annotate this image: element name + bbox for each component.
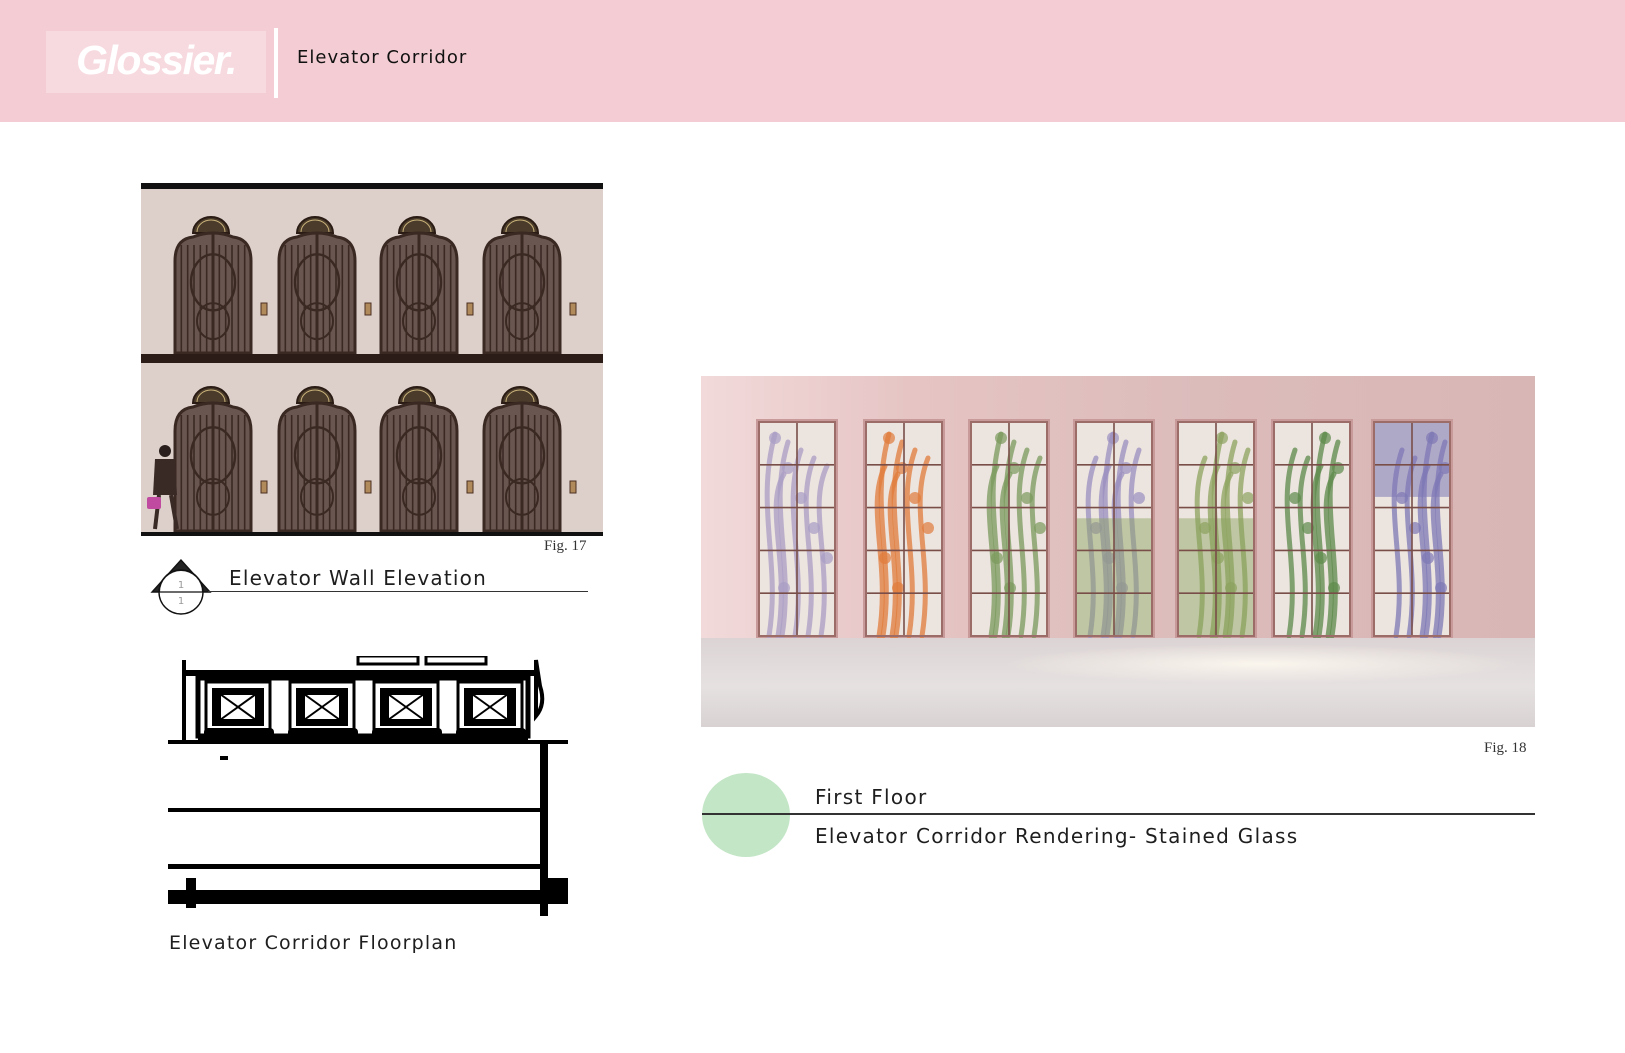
stained-glass-panel	[1371, 419, 1453, 638]
accent-circle	[702, 773, 790, 857]
stained-glass-panel	[1271, 419, 1353, 638]
header-divider	[274, 28, 278, 98]
call-button-icon	[466, 302, 474, 316]
stained-glass-corridor-rendering	[701, 376, 1535, 727]
elevator-gate	[379, 216, 474, 355]
elevator-wall-elevation-drawing	[141, 183, 603, 536]
stained-glass-panel	[968, 419, 1050, 638]
elevator-car-symbol	[372, 680, 442, 738]
elevator-corridor-floorplan-drawing	[168, 656, 568, 916]
stained-glass-panel	[756, 419, 838, 638]
brand-logo: Glossier.	[46, 31, 266, 93]
floor-label: First Floor	[815, 785, 928, 809]
call-button-icon	[364, 302, 372, 316]
call-button-icon	[569, 480, 577, 494]
elevator-gate	[482, 216, 577, 355]
elevator-gate	[277, 216, 372, 355]
floor-divider-band	[141, 354, 603, 363]
page-title: Elevator Corridor	[297, 47, 468, 68]
elevator-gate	[379, 386, 474, 533]
elevator-gate	[482, 386, 577, 533]
stained-glass-panel	[1175, 419, 1257, 638]
rendering-description: Elevator Corridor Rendering- Stained Gla…	[815, 824, 1299, 848]
floorplan-title: Elevator Corridor Floorplan	[169, 932, 458, 954]
call-button-icon	[569, 302, 577, 316]
caption-rule	[702, 813, 1535, 815]
section-marker-bottom: 1	[178, 596, 184, 607]
figure-label-17: Fig. 17	[544, 538, 587, 554]
elevator-car-symbol	[288, 680, 358, 738]
elevator-gate	[277, 386, 372, 533]
person-figure	[147, 445, 179, 530]
handbag-icon	[147, 497, 161, 509]
section-marker-top: 1	[178, 580, 184, 591]
stained-glass-panel	[863, 419, 945, 638]
call-button-icon	[260, 480, 268, 494]
stained-glass-panel	[1073, 419, 1155, 638]
elevator-car-symbol	[456, 680, 526, 738]
header-bar: Glossier. Elevator Corridor	[0, 0, 1625, 122]
section-marker-icon: 1 1	[150, 558, 212, 615]
elevation-bottom-edge	[141, 532, 603, 536]
stained-glass-panels	[756, 419, 1453, 638]
elevation-title-rule	[208, 591, 588, 592]
elevation-title: Elevator Wall Elevation	[229, 566, 487, 590]
elevator-car-symbol	[204, 680, 274, 738]
figure-label-18: Fig. 18	[1484, 740, 1527, 756]
call-button-icon	[260, 302, 268, 316]
elevator-gate	[173, 386, 268, 533]
elevator-gate	[173, 216, 268, 355]
rendering-light-spill	[1001, 644, 1521, 684]
call-button-icon	[364, 480, 372, 494]
call-button-icon	[466, 480, 474, 494]
brand-logo-text: Glossier.	[76, 37, 237, 83]
